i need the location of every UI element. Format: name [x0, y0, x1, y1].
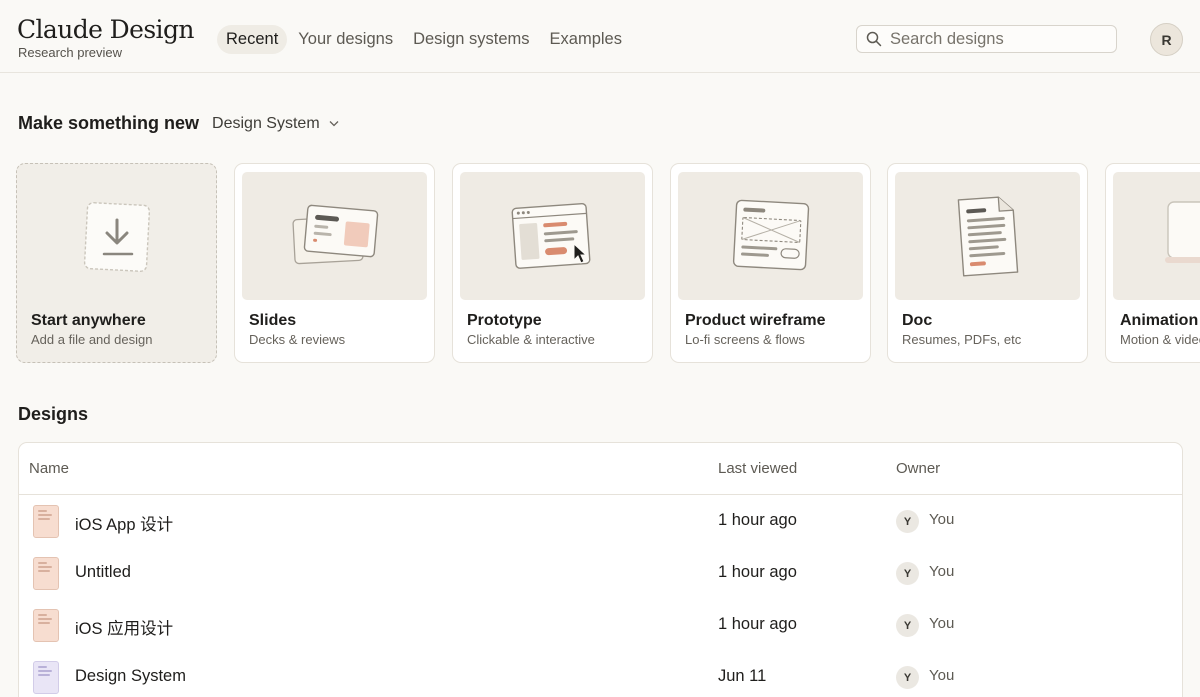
card-animation[interactable]: Animation Motion & video	[1105, 163, 1200, 363]
search-box[interactable]	[856, 25, 1117, 53]
card-title: Start anywhere	[31, 312, 146, 329]
make-new-title: Make something new	[18, 113, 200, 133]
slides-illustration	[291, 204, 378, 265]
owner-name: You	[929, 563, 955, 580]
search-input[interactable]	[890, 29, 1100, 49]
tab-recent[interactable]: Recent	[217, 25, 288, 54]
table-row[interactable]: Untitled 1 hour ago Y You	[19, 547, 1182, 599]
card-subtitle: Resumes, PDFs, etc	[902, 332, 1022, 347]
design-system-dropdown-label: Design System	[212, 114, 320, 132]
card-thumbnail	[242, 172, 427, 300]
owner-avatar: Y	[896, 614, 919, 637]
card-subtitle: Add a file and design	[31, 332, 153, 347]
prototype-illustration	[511, 202, 590, 269]
designs-table: Name Last viewed Owner iOS App 设计 1 hour…	[18, 442, 1183, 697]
template-cards: Start anywhere Add a file and design Sli…	[16, 163, 1200, 363]
card-subtitle: Decks & reviews	[249, 332, 346, 347]
table-row[interactable]: iOS 应用设计 1 hour ago Y You	[19, 599, 1182, 651]
owner-name: You	[929, 615, 955, 632]
card-title: Prototype	[467, 312, 542, 329]
card-title: Product wireframe	[685, 312, 826, 329]
column-header-owner[interactable]: Owner	[896, 460, 940, 477]
tab-your-designs[interactable]: Your designs	[289, 25, 402, 54]
card-product-wireframe[interactable]: Product wireframe Lo-fi screens & flows	[670, 163, 871, 363]
design-name: iOS 应用设计	[75, 620, 174, 638]
last-viewed: 1 hour ago	[718, 615, 797, 633]
design-name: Design System	[75, 667, 186, 685]
card-slides[interactable]: Slides Decks & reviews	[234, 163, 435, 363]
design-name: iOS App 设计	[75, 516, 174, 534]
last-viewed: 1 hour ago	[718, 511, 797, 529]
tab-examples[interactable]: Examples	[541, 25, 631, 54]
file-thumbnail-icon	[33, 505, 59, 538]
owner-name: You	[929, 667, 955, 684]
file-thumbnail-icon	[33, 609, 59, 642]
card-thumbnail	[1113, 172, 1200, 300]
table-row[interactable]: iOS App 设计 1 hour ago Y You	[19, 495, 1182, 547]
download-icon	[83, 202, 150, 272]
owner-avatar: Y	[896, 562, 919, 585]
design-name: Untitled	[75, 563, 131, 581]
animation-illustration	[1165, 201, 1200, 263]
card-doc[interactable]: Doc Resumes, PDFs, etc	[887, 163, 1088, 363]
app-name: Claude Design	[17, 15, 194, 44]
doc-illustration	[957, 196, 1018, 277]
wireframe-illustration	[732, 199, 809, 271]
search-icon	[866, 31, 882, 47]
owner-avatar: Y	[896, 510, 919, 533]
user-avatar[interactable]: R	[1150, 23, 1183, 56]
card-subtitle: Lo-fi screens & flows	[685, 332, 805, 347]
top-bar: Claude Design Research preview Recent Yo…	[0, 0, 1200, 73]
card-thumbnail	[678, 172, 863, 300]
make-new-header: Make something new Design System	[18, 113, 339, 134]
card-title: Slides	[249, 312, 297, 329]
owner-avatar: Y	[896, 666, 919, 689]
brand[interactable]: Claude Design Research preview	[17, 15, 194, 60]
card-subtitle: Clickable & interactive	[467, 332, 595, 347]
chevron-down-icon	[329, 120, 339, 127]
column-header-last-viewed[interactable]: Last viewed	[718, 460, 797, 477]
card-title: Doc	[902, 312, 933, 329]
card-start-anywhere[interactable]: Start anywhere Add a file and design	[16, 163, 217, 363]
card-thumbnail	[460, 172, 645, 300]
card-subtitle: Motion & video	[1120, 332, 1200, 347]
card-thumbnail	[24, 172, 209, 300]
design-system-dropdown[interactable]: Design System	[212, 115, 339, 133]
app-subtitle: Research preview	[18, 45, 123, 60]
table-header: Name Last viewed Owner	[19, 443, 1182, 495]
card-prototype[interactable]: Prototype Clickable & interactive	[452, 163, 653, 363]
main-nav: Recent Your designs Design systems Examp…	[217, 25, 631, 54]
card-title: Animation	[1120, 312, 1199, 329]
designs-section-title: Designs	[18, 404, 89, 424]
last-viewed: 1 hour ago	[718, 563, 797, 581]
table-row[interactable]: Design System Jun 11 Y You	[19, 651, 1182, 697]
last-viewed: Jun 11	[718, 667, 767, 685]
tab-design-systems[interactable]: Design systems	[404, 25, 538, 54]
card-thumbnail	[895, 172, 1080, 300]
column-header-name[interactable]: Name	[29, 460, 69, 477]
file-thumbnail-icon	[33, 661, 59, 694]
file-thumbnail-icon	[33, 557, 59, 590]
owner-name: You	[929, 511, 955, 528]
